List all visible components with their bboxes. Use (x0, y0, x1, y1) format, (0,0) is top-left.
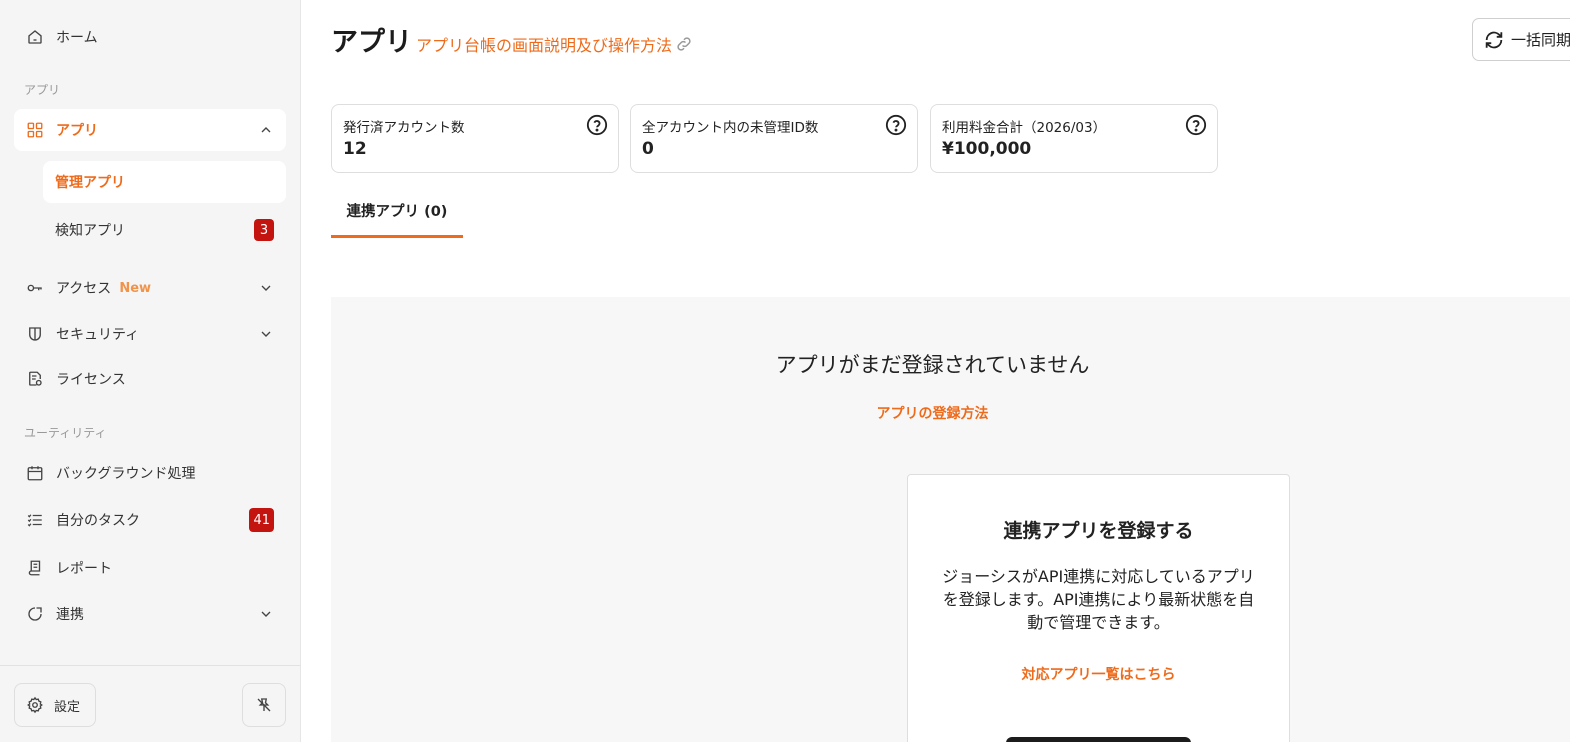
sidebar-item-managed-apps[interactable]: 管理アプリ (43, 161, 286, 203)
sidebar-item-detected-apps[interactable]: 検知アプリ 3 (43, 209, 286, 251)
pin-off-icon (257, 698, 271, 712)
stat-label: 利用料金合計（2026/03） (942, 120, 1107, 136)
sidebar-item-label: セキュリティ (56, 327, 140, 343)
calendar-icon (26, 464, 44, 482)
gear-icon (27, 696, 43, 714)
sidebar-item-background[interactable]: バックグラウンド処理 (14, 452, 286, 494)
stat-card-total-fee: 利用料金合計（2026/03） ¥100,000 (930, 104, 1218, 173)
register-card-title: 連携アプリを登録する (1003, 520, 1194, 542)
home-icon (26, 28, 44, 46)
sidebar-footer: 設定 (0, 665, 301, 742)
sidebar-item-label: 自分のタスク (56, 513, 140, 529)
empty-state-title: アプリがまだ登録されていません (775, 353, 1090, 377)
how-to-register-label: アプリの登録方法 (876, 406, 989, 422)
new-tag: New (119, 280, 152, 296)
stat-value: ¥100,000 (942, 139, 1032, 159)
supported-apps-label: 対応アプリ一覧はこちら (1021, 667, 1176, 683)
refresh-icon (1485, 31, 1503, 48)
chevron-down-icon (261, 611, 271, 617)
grid-icon (26, 121, 44, 139)
sidebar-item-label: 管理アプリ (55, 175, 125, 191)
supported-apps-link[interactable]: 対応アプリ一覧はこちら (908, 664, 1289, 684)
chevron-up-icon (261, 127, 271, 133)
chevron-down-icon (261, 331, 271, 337)
stat-card-unmanaged-ids: 全アカウント内の未管理ID数 0 (630, 104, 918, 173)
integration-icon (26, 605, 44, 623)
register-app-button[interactable] (1006, 737, 1191, 742)
section-label-apps: アプリ (24, 83, 61, 97)
stat-label: 全アカウント内の未管理ID数 (642, 120, 819, 136)
help-link[interactable]: アプリ台帳の画面説明及び操作方法 (416, 32, 693, 56)
sidebar-item-integration[interactable]: 連携 (14, 593, 286, 635)
help-circle-icon[interactable] (586, 114, 608, 136)
sidebar-item-apps[interactable]: アプリ (14, 109, 286, 151)
chevron-down-icon (261, 285, 271, 291)
register-card-description: ジョーシスがAPI連携に対応しているアプリを登録します。API連携により最新状態… (942, 567, 1255, 632)
sidebar-item-label: アプリ (56, 123, 98, 139)
link-icon (677, 37, 691, 51)
sidebar-item-label: 連携 (56, 607, 84, 623)
bulk-sync-button[interactable]: 一括同期 (1472, 18, 1570, 61)
count-badge: 41 (249, 508, 274, 532)
sidebar-item-home[interactable]: ホーム (14, 16, 286, 58)
how-to-register-link[interactable]: アプリの登録方法 (0, 403, 1535, 423)
help-circle-icon[interactable] (885, 114, 907, 136)
sidebar-item-label: アクセス (56, 281, 112, 297)
sidebar-item-label: レポート (56, 561, 112, 577)
report-icon (26, 559, 44, 577)
stat-label: 発行済アカウント数 (343, 120, 465, 136)
shield-icon (26, 325, 44, 343)
unpin-sidebar-button[interactable] (242, 683, 286, 727)
page-title: アプリ (331, 27, 412, 58)
settings-button[interactable]: 設定 (14, 683, 96, 727)
sidebar-item-tasks[interactable]: 自分のタスク 41 (14, 499, 286, 541)
register-app-card: 連携アプリを登録する ジョーシスがAPI連携に対応しているアプリを登録します。A… (907, 474, 1290, 742)
help-link-label: アプリ台帳の画面説明及び操作方法 (416, 36, 673, 55)
task-list-icon (26, 511, 44, 529)
sidebar-item-label: 検知アプリ (55, 223, 125, 239)
stat-value: 0 (642, 139, 654, 159)
sidebar-item-report[interactable]: レポート (14, 547, 286, 589)
stat-value: 12 (343, 139, 367, 159)
count-badge: 3 (254, 219, 274, 241)
bulk-sync-label: 一括同期 (1511, 31, 1570, 49)
tab-integrated-apps[interactable]: 連携アプリ (0) (331, 190, 463, 238)
sidebar-item-label: ホーム (56, 30, 98, 46)
stat-card-accounts: 発行済アカウント数 12 (331, 104, 619, 173)
sidebar-item-label: バックグラウンド処理 (56, 466, 196, 482)
key-icon (26, 279, 44, 297)
sidebar-item-access[interactable]: アクセス New (14, 267, 286, 309)
help-circle-icon[interactable] (1185, 114, 1207, 136)
section-label-utility: ユーティリティ (24, 426, 107, 440)
settings-label: 設定 (54, 699, 81, 715)
